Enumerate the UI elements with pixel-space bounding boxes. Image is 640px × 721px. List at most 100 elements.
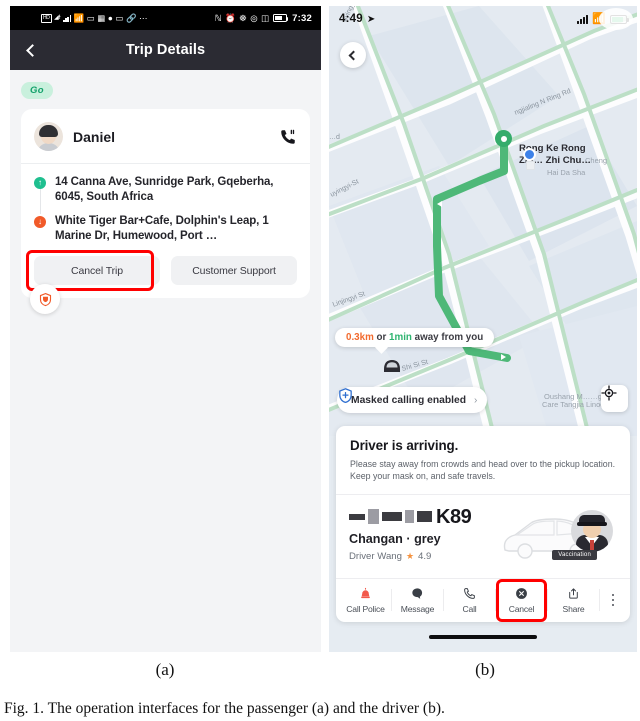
redaction-block	[349, 513, 365, 520]
calendar-icon: ▦	[97, 12, 106, 23]
redaction-block	[417, 511, 432, 522]
driver-row: Driver Wang ★ 4.9	[349, 551, 499, 562]
home-indicator	[429, 635, 537, 639]
driver-status-time: 4:49	[339, 13, 363, 25]
sheet-body-text: Please stay away from crowds and head ov…	[350, 459, 616, 481]
plate-suffix: K89	[436, 505, 472, 528]
back-button[interactable]	[22, 30, 43, 70]
shield-icon[interactable]	[30, 284, 60, 314]
driver-name: Driver Wang	[349, 551, 402, 562]
avatar	[34, 122, 63, 151]
link-icon: 🔗	[125, 12, 137, 23]
dropoff-address: White Tiger Bar+Cafe, Dolphin's Leap, 1 …	[55, 215, 269, 242]
car-top-icon	[381, 358, 403, 374]
customer-support-button[interactable]: Customer Support	[171, 256, 297, 285]
passenger-row: Daniel	[34, 122, 297, 163]
badge-separator: or	[373, 332, 390, 343]
pickup-address: 14 Canna Ave, Sunridge Park, Gqeberha, 6…	[55, 176, 274, 203]
badge-suffix: away from you	[411, 332, 484, 343]
call-police-button[interactable]: Call Police	[340, 586, 391, 614]
vibrate-icon: ◫	[261, 12, 270, 23]
cancel-circle-icon	[515, 586, 528, 600]
redaction-block	[382, 512, 402, 521]
driver-back-button[interactable]	[340, 42, 366, 68]
battery-icon	[272, 14, 289, 22]
figure-caption: Fig. 1. The operation interfaces for the…	[4, 700, 445, 717]
locate-target-icon[interactable]	[601, 385, 628, 412]
place-marker-icon	[523, 148, 536, 170]
eta-distance-badge: 0.3km or 1min away from you	[335, 328, 495, 347]
address-list: ↑ 14 Canna Ave, Sunridge Park, Gqeberha,…	[34, 164, 297, 256]
location-arrow-icon: ➤	[366, 13, 376, 25]
pickup-dot-icon: ↑	[34, 177, 46, 189]
call-button[interactable]: Call	[444, 586, 495, 614]
more-dots-icon: ⋯	[139, 12, 148, 23]
bluetooth-icon: ☸	[239, 12, 247, 23]
message-button[interactable]: Message	[392, 586, 443, 614]
status-time: 7:32	[292, 12, 312, 24]
figure-page: HD ◢ɬ 📶 ▭ ▦ ● ▭ 🔗 ⋯ ℕ ⏰ ☸ ◎ ◫ 7:32 Trip …	[0, 0, 640, 721]
sheet-heading: Driver is arriving.	[350, 438, 459, 453]
phone-handset-icon	[463, 586, 476, 600]
action-label: Cancel	[508, 604, 535, 614]
share-button[interactable]: Share	[548, 586, 599, 614]
vehicle-model: Changan · grey	[349, 532, 441, 546]
chevron-left-icon	[348, 50, 358, 60]
map-view[interactable]: 4:49 ➤ 📶 ngjialing N Ring Rd uyingyi-Rd …	[329, 6, 637, 436]
subfigure-label-b: (b)	[475, 660, 495, 679]
driver-rating: 4.9	[418, 551, 432, 562]
chevron-right-icon: ›	[474, 394, 478, 406]
card-actions: Cancel Trip Customer Support	[21, 250, 310, 298]
volte-icon: ◢ɬ	[54, 15, 61, 21]
signal-bars-icon	[577, 14, 589, 24]
map-poi-sublabel: Care Tangjia Linodia	[542, 400, 611, 409]
message-icon: ▭	[86, 12, 95, 23]
destination-pin-icon	[495, 130, 512, 147]
hd-icon: HD	[41, 13, 52, 23]
dropoff-row: ↓ White Tiger Bar+Cafe, Dolphin's Leap, …	[34, 214, 297, 244]
map-street-label: …d	[329, 134, 340, 141]
passenger-nav-bar: Trip Details	[10, 30, 321, 70]
nfc-icon: ℕ	[214, 12, 222, 23]
subfigure-label-a: (a)	[155, 660, 175, 679]
location-icon: ◎	[250, 12, 258, 23]
map-poi-sublabel: Hai Da Sha	[547, 168, 586, 177]
action-label: Message	[400, 604, 435, 614]
eta-value: 1min	[389, 332, 412, 343]
distance-value: 0.3km	[346, 332, 374, 343]
wifi-icon: 📶	[73, 12, 85, 23]
alarm-icon: ⏰	[225, 12, 236, 23]
chevron-left-icon	[26, 43, 39, 57]
service-badge: Go	[21, 82, 53, 99]
map-canvas	[329, 6, 637, 436]
driver-status-bar: 4:49 ➤ 📶	[329, 6, 637, 32]
cancel-trip-wrapper: Cancel Trip	[26, 250, 160, 291]
action-bar: Call Police Message Call Cancel Share	[336, 578, 630, 622]
dropoff-dot-icon: ↓	[34, 216, 46, 228]
more-vertical-icon[interactable]	[600, 586, 626, 614]
location-pin-icon: ●	[107, 12, 113, 23]
driver-avatar-icon	[571, 510, 613, 552]
pickup-row: ↑ 14 Canna Ave, Sunridge Park, Gqeberha,…	[34, 175, 297, 205]
page-title: Trip Details	[125, 42, 206, 58]
passenger-phone-screen: HD ◢ɬ 📶 ▭ ▦ ● ▭ 🔗 ⋯ ℕ ⏰ ☸ ◎ ◫ 7:32 Trip …	[10, 6, 321, 652]
driver-phone-screen: 4:49 ➤ 📶 ngjialing N Ring Rd uyingyi-Rd …	[329, 6, 637, 652]
star-icon: ★	[405, 551, 415, 561]
passenger-status-bar: HD ◢ɬ 📶 ▭ ▦ ● ▭ 🔗 ⋯ ℕ ⏰ ☸ ◎ ◫ 7:32	[10, 6, 321, 30]
phone-icon[interactable]	[279, 128, 297, 146]
trip-card: Daniel ↑ 14 Canna Ave, Sunridge Park, Gq…	[21, 109, 310, 314]
redaction-block	[405, 510, 414, 523]
masked-calling-row[interactable]: Masked calling enabled ›	[337, 387, 488, 413]
vehicle-illustration: Vaccination	[499, 506, 617, 568]
status-right-icons: ℕ ⏰ ☸ ◎ ◫ 7:32	[215, 13, 312, 24]
cancel-button[interactable]: Cancel	[496, 579, 547, 622]
police-siren-icon	[359, 586, 372, 600]
redaction-block	[368, 509, 379, 524]
figure-panels: HD ◢ɬ 📶 ▭ ▦ ● ▭ 🔗 ⋯ ℕ ⏰ ☸ ◎ ◫ 7:32 Trip …	[0, 0, 640, 655]
vehicle-details: K89 Changan · grey Driver Wang ★ 4.9	[349, 506, 499, 562]
driver-info-sheet: Driver is arriving. Please stay away fro…	[336, 426, 630, 622]
signal-bars-icon	[63, 14, 72, 22]
vaccination-badge: Vaccination	[552, 550, 597, 560]
status-left-icons: HD ◢ɬ 📶 ▭ ▦ ● ▭ 🔗 ⋯	[19, 12, 215, 23]
action-label: Call Police	[346, 604, 385, 614]
